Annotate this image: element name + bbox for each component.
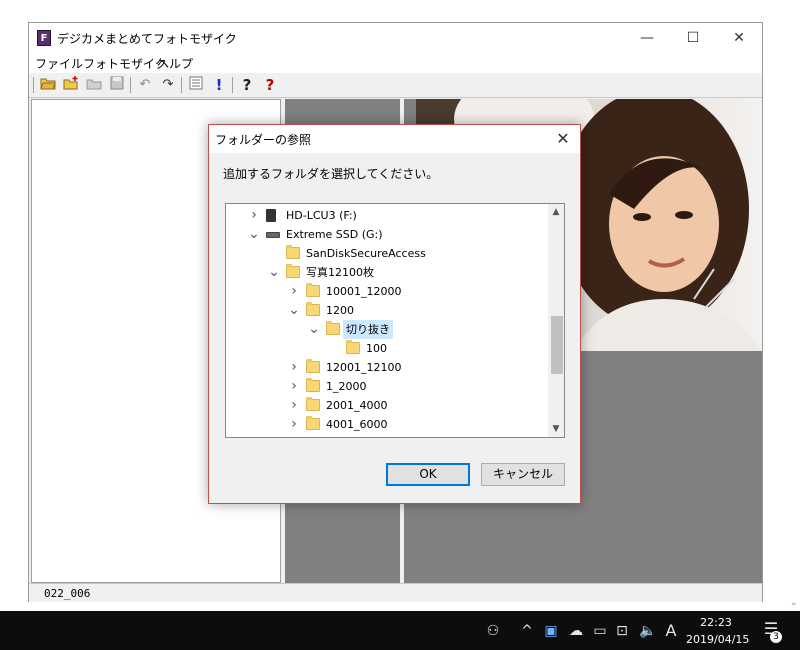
folder-tree-label: 4001_6000: [326, 418, 388, 431]
app-tray-icon[interactable]: ▣: [542, 621, 560, 641]
folder-tree-label: Extreme SSD (G:): [286, 228, 383, 241]
folder-tree-label: 12001_12100: [326, 361, 402, 374]
folder-tree-label: 100: [366, 342, 387, 355]
collapse-chevron-icon[interactable]: ⌄: [308, 320, 320, 339]
close-button[interactable]: ✕: [716, 23, 762, 53]
new-folder-icon[interactable]: [62, 76, 80, 94]
menu-help[interactable]: ヘルプ: [157, 55, 193, 72]
scroll-down-icon[interactable]: ▼: [548, 421, 564, 437]
ssd-icon: [266, 232, 280, 238]
cancel-button[interactable]: キャンセル: [481, 463, 565, 486]
expand-chevron-icon[interactable]: ›: [288, 358, 300, 377]
toolbar-grip: [33, 77, 34, 93]
folder-tree-label: 1200: [326, 304, 354, 317]
save-icon: [108, 76, 126, 94]
battery-icon[interactable]: ▭: [590, 621, 610, 641]
folder-tree-item[interactable]: ⌄ 写真12100枚: [226, 263, 546, 282]
folder-tree-label: 写真12100枚: [306, 266, 374, 279]
menu-photomosaic[interactable]: フォトモザイク: [83, 55, 167, 72]
expand-chevron-icon[interactable]: ›: [248, 206, 260, 225]
collapse-chevron-icon[interactable]: ⌄: [288, 301, 300, 320]
folder-tree-item[interactable]: › 10001_12000: [226, 282, 546, 301]
folder-icon: [306, 302, 320, 316]
folder-icon: [286, 264, 300, 278]
folder-icon: [306, 416, 320, 430]
folder-tree-item[interactable]: ⌄ Extreme SSD (G:): [226, 225, 546, 244]
folder-tree-label: SanDiskSecureAccess: [306, 247, 426, 260]
minimize-button[interactable]: —: [624, 23, 670, 53]
context-help-icon[interactable]: ?: [261, 76, 279, 94]
collapse-chevron-icon[interactable]: ⌄: [268, 263, 280, 282]
folder-icon: [306, 378, 320, 392]
list-icon[interactable]: [187, 76, 205, 94]
folder-tree-label: 切り抜き: [343, 320, 393, 339]
notification-count-badge: 3: [770, 631, 782, 643]
dialog-title: フォルダーの参照: [215, 133, 312, 147]
folder-tree-label: 10001_12000: [326, 285, 402, 298]
maximize-button[interactable]: ☐: [670, 23, 716, 53]
scroll-thumb[interactable]: [551, 316, 563, 374]
scroll-up-icon[interactable]: ▲: [548, 204, 564, 220]
app-icon: F: [37, 30, 51, 46]
folder-tree-item[interactable]: › HD-LCU3 (F:): [226, 206, 546, 225]
status-bar: 022_006: [29, 583, 762, 602]
folder-icon: [346, 340, 360, 354]
show-hidden-icons-icon[interactable]: ^: [520, 621, 534, 641]
folder-tree-label: 2001_4000: [326, 399, 388, 412]
collapse-chevron-icon[interactable]: ⌄: [248, 225, 260, 244]
desktop-scroll-arrow-icon: ⌄: [790, 598, 798, 608]
tree-scrollbar[interactable]: ▲ ▼: [548, 204, 564, 437]
folder-tree-label: HD-LCU3 (F:): [286, 209, 357, 222]
expand-chevron-icon[interactable]: ›: [288, 282, 300, 301]
dialog-title-bar[interactable]: フォルダーの参照 ✕: [209, 125, 580, 153]
folder-tree-item[interactable]: 100: [226, 339, 546, 358]
window-title: デジカメまとめてフォトモザイク: [57, 32, 237, 46]
toolbar-separator: [181, 77, 182, 93]
ime-indicator[interactable]: A: [662, 621, 680, 641]
folder-browse-dialog: フォルダーの参照 ✕ 追加するフォルダを選択してください。 › HD-LCU3 (…: [208, 124, 581, 504]
menu-bar: ファイル フォトモザイク ヘルプ: [29, 53, 762, 73]
expand-chevron-icon[interactable]: ›: [288, 377, 300, 396]
undo-icon: ↶: [139, 77, 151, 92]
folder-tree[interactable]: › HD-LCU3 (F:) ⌄ Extreme SSD (G:) SanDiskSec…: [225, 203, 565, 438]
toolbar-separator: [130, 77, 131, 93]
folder-icon: [306, 359, 320, 373]
volume-icon[interactable]: 🔈: [638, 621, 658, 641]
folder-tree-item[interactable]: ⌄ 1200: [226, 301, 546, 320]
folder-tree-item[interactable]: › 12001_12100: [226, 358, 546, 377]
title-bar[interactable]: F デジカメまとめてフォトモザイク — ☐ ✕: [29, 23, 762, 53]
folder-tree-item[interactable]: SanDiskSecureAccess: [226, 244, 546, 263]
open-folder-icon[interactable]: [39, 76, 57, 94]
expand-chevron-icon[interactable]: ›: [288, 396, 300, 415]
menu-file[interactable]: ファイル: [35, 55, 83, 72]
folder-icon: [326, 321, 340, 335]
folder-icon: [286, 245, 300, 259]
folder-tree-item[interactable]: ⌄ 切り抜き: [226, 320, 546, 339]
people-icon[interactable]: ⚇: [484, 621, 502, 641]
network-icon[interactable]: ⊡: [613, 621, 631, 641]
folder-icon: [306, 397, 320, 411]
drive-icon: [266, 209, 276, 222]
status-text: 022_006: [44, 587, 91, 600]
expand-chevron-icon[interactable]: ›: [288, 415, 300, 434]
redo-icon[interactable]: ↷: [159, 76, 177, 94]
clock-time[interactable]: 22:23: [690, 616, 742, 629]
onedrive-icon[interactable]: ☁: [566, 621, 586, 641]
taskbar: ⚇ ^ ▣ ☁ ▭ ⊡ 🔈 A 22:23 2019/04/15 ☰ 3: [0, 611, 800, 650]
folder-tree-item[interactable]: › 1_2000: [226, 377, 546, 396]
dialog-close-button[interactable]: ✕: [549, 127, 577, 151]
dialog-instruction: 追加するフォルダを選択してください。: [223, 167, 439, 181]
folder-disabled-icon: [85, 76, 103, 94]
ok-button[interactable]: OK: [386, 463, 470, 486]
folder-tree-label: 1_2000: [326, 380, 367, 393]
help-icon[interactable]: ?: [238, 76, 256, 94]
folder-tree-item[interactable]: › 2001_4000: [226, 396, 546, 415]
clock-date[interactable]: 2019/04/15: [686, 633, 749, 646]
toolbar-separator: [232, 77, 233, 93]
folder-tree-item[interactable]: › 4001_6000: [226, 415, 546, 434]
toolbar: ↶ ↷ ! ? ?: [29, 73, 762, 98]
folder-icon: [306, 283, 320, 297]
exclamation-icon[interactable]: !: [210, 76, 228, 94]
